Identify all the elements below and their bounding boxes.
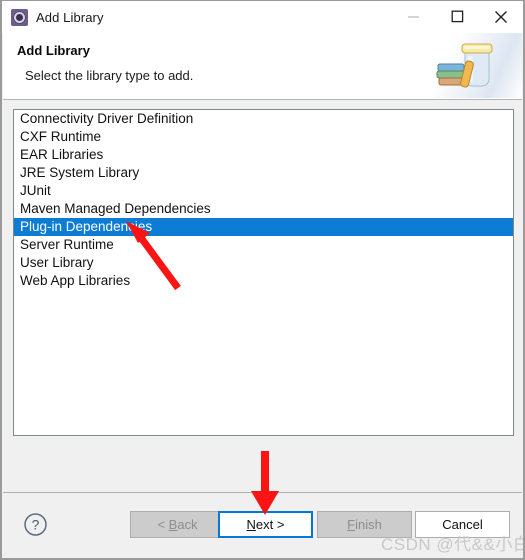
close-icon[interactable]	[479, 1, 523, 32]
eclipse-gear-icon	[11, 8, 28, 26]
maximize-icon[interactable]	[435, 1, 479, 32]
list-item[interactable]: Plug-in Dependencies	[14, 218, 513, 236]
svg-text:?: ?	[32, 517, 40, 533]
list-item[interactable]: Connectivity Driver Definition	[14, 110, 513, 128]
next-button-label: Next >	[246, 517, 285, 532]
library-type-list[interactable]: Connectivity Driver Definition CXF Runtim…	[13, 109, 514, 436]
jar-with-books-icon	[432, 33, 522, 98]
help-button[interactable]: ?	[23, 512, 48, 537]
list-item[interactable]: JRE System Library	[14, 164, 513, 182]
back-button-label: < Back	[157, 517, 198, 532]
window-controls	[391, 1, 523, 33]
list-item[interactable]: Server Runtime	[14, 236, 513, 254]
next-button[interactable]: Next >	[218, 511, 313, 538]
csdn-watermark: CSDN @代&&小白	[381, 535, 525, 554]
list-item[interactable]: Web App Libraries	[14, 272, 513, 290]
back-button[interactable]: < Back	[130, 511, 225, 538]
list-item[interactable]: CXF Runtime	[14, 128, 513, 146]
window-title: Add Library	[36, 9, 104, 25]
page-title: Add Library	[17, 43, 90, 58]
list-item[interactable]: Maven Managed Dependencies	[14, 200, 513, 218]
dialog-header: Add Library Select the library type to a…	[3, 33, 522, 100]
list-item[interactable]: JUnit	[14, 182, 513, 200]
page-description: Select the library type to add.	[25, 68, 194, 83]
list-item[interactable]: EAR Libraries	[14, 146, 513, 164]
list-item[interactable]: User Library	[14, 254, 513, 272]
title-bar: Add Library	[2, 1, 523, 33]
finish-button-label: Finish	[347, 517, 382, 532]
add-library-dialog: Add Library Add Library Select the libra…	[0, 0, 525, 560]
minimize-icon[interactable]	[391, 1, 435, 32]
